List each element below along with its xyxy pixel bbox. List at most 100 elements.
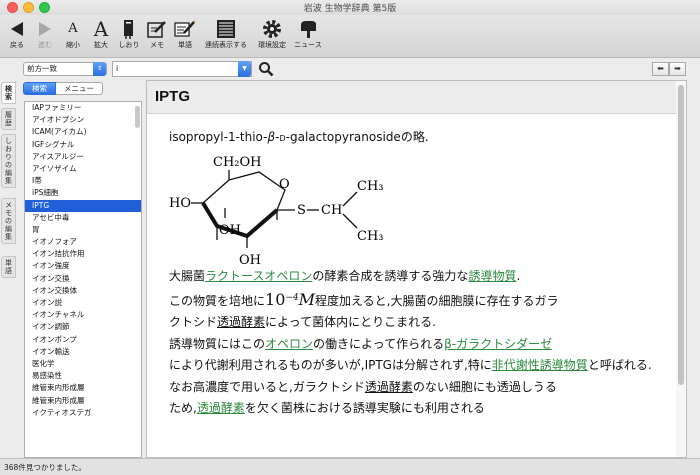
result-list-item[interactable]: iPS細胞 — [25, 187, 141, 199]
mailbox-icon — [301, 20, 316, 38]
link-beta-galactosidase[interactable]: β-ガラクトシダーゼ — [444, 337, 552, 351]
side-tabs: 検索 履歴 しおりの編集 メモの編集 単語 — [0, 58, 17, 458]
window-title: 岩波 生物学辞典 第5版 — [303, 4, 397, 14]
paragraph-4: なお高濃度で用いると,ガラクトシド透過酵素のない細胞にも透過しうる ため,透過酵素… — [169, 377, 684, 420]
label-sulfur: S — [297, 203, 306, 218]
entry-content: IPTG isopropyl-1-thio-β-D-galactopyranos… — [146, 80, 687, 458]
result-list-item[interactable]: イオン輸送 — [25, 346, 141, 358]
result-list-item[interactable]: イオン説 — [25, 297, 141, 309]
result-list-item[interactable]: アセビ中毒 — [25, 212, 141, 224]
search-icon[interactable] — [258, 61, 274, 77]
link-operon[interactable]: オペロン — [265, 337, 313, 351]
p2-unit: M — [298, 289, 316, 309]
intro-beta: β — [267, 130, 276, 144]
tab-bookmark-edit[interactable]: しおりの編集 — [1, 134, 16, 188]
result-list-item[interactable]: アイソザイム — [25, 163, 141, 175]
tab-history[interactable]: 履歴 — [1, 108, 16, 130]
seg-menu[interactable]: メニュー — [56, 82, 103, 95]
tab-memo-edit[interactable]: メモの編集 — [1, 198, 16, 244]
result-list-item[interactable]: IGFシグナル — [25, 139, 141, 151]
prev-entry-button[interactable]: ⬅ — [652, 62, 669, 76]
result-list-item[interactable]: イオン交換体 — [25, 285, 141, 297]
p2-permease: 透過酵素 — [217, 315, 266, 329]
result-list-item[interactable]: イオン拮抗作用 — [25, 248, 141, 260]
result-list-item[interactable]: 易感染性 — [25, 370, 141, 382]
gear-icon — [263, 19, 281, 38]
settings-label: 環境設定 — [258, 41, 286, 49]
label-ch2oh: CH₂OH — [213, 155, 262, 170]
result-list-item[interactable]: イオン交換 — [25, 273, 141, 285]
p4-text-b: のない細胞にも透過しうる — [412, 379, 557, 394]
memo-icon — [147, 20, 166, 38]
pane-mode-switch: 検索 メニュー — [23, 82, 103, 95]
result-list-item[interactable]: 維管束内形成層 — [25, 382, 141, 394]
content-scroll-track[interactable] — [676, 81, 686, 457]
results-scrollbar[interactable] — [135, 106, 140, 128]
search-query-text: i — [116, 64, 119, 73]
result-list-item[interactable]: イオン強度 — [25, 260, 141, 272]
result-list-item[interactable]: 医化学 — [25, 358, 141, 370]
entry-title: IPTG — [147, 81, 686, 114]
p4-text-d: を欠く菌株における誘導実験にも利用される — [244, 401, 485, 415]
result-list-item[interactable]: I帯 — [25, 175, 141, 187]
result-list-item[interactable]: イオンチャネル — [25, 309, 141, 321]
tab-wordbook[interactable]: 単語 — [1, 256, 16, 278]
next-entry-button[interactable]: ➡ — [669, 62, 686, 76]
result-list-item[interactable]: 維管束内形成層 — [25, 395, 141, 407]
chevron-down-icon[interactable]: ▼ — [238, 61, 251, 77]
forward-arrow-icon — [39, 21, 51, 36]
status-bar: 368件見つかりました。 — [0, 458, 700, 475]
paragraph-1: 大腸菌ラクトースオペロンの酵素合成を誘導する強力な誘導物質. — [169, 266, 684, 288]
bond-s — [276, 209, 295, 220]
entry-nav-buttons: ⬅ ➡ — [652, 62, 686, 76]
p4-text-a: なお高濃度で用いると,ガラクトシド — [169, 379, 365, 394]
link-lactose-operon[interactable]: ラクトースオペロン — [205, 269, 312, 283]
result-list-item[interactable]: アイオドプシン — [25, 114, 141, 126]
p4-text-c: ため, — [169, 401, 197, 415]
results-list[interactable]: IAPファミリー アイオドプシン ICAM(アイカム) IGFシグナル アイスアルジーア… — [24, 101, 142, 458]
intro-part-c: -galactopyranosideの略. — [285, 130, 429, 144]
updown-chevron-icon: ⇕ — [93, 62, 106, 76]
continuous-display-label: 連続表示する — [205, 41, 247, 49]
content-scrollbar[interactable] — [678, 85, 684, 385]
link-inducer[interactable]: 誘導物質 — [468, 269, 516, 283]
result-list-item[interactable]: イオンポンプ — [25, 334, 141, 346]
continuous-display-button[interactable]: 連続表示する — [200, 16, 252, 56]
settings-button[interactable]: 環境設定 — [254, 16, 290, 56]
entry-intro: isopropyl-1-thio-β-D-galactopyranosideの略… — [169, 128, 429, 145]
large-a-icon: A — [93, 16, 109, 41]
result-list-item[interactable]: イオノフォア — [25, 236, 141, 248]
result-list-item[interactable]: 胃 — [25, 224, 141, 236]
result-list-item[interactable]: ICAM(アイカム) — [25, 126, 141, 138]
result-list-item[interactable]: IAPファミリー — [25, 102, 141, 114]
bookmark-icon — [124, 19, 133, 39]
tab-search[interactable]: 検索 — [1, 82, 16, 104]
link-gratuitous-inducer[interactable]: 非代謝性誘導物質 — [492, 358, 588, 372]
link-permease[interactable]: 透過酵素 — [197, 401, 245, 415]
result-list-item[interactable]: IPTG — [25, 199, 141, 212]
p2-exponent: −4 — [285, 292, 299, 303]
label-ch3-top: CH₃ — [357, 179, 384, 194]
result-list-item[interactable]: アイスアルジー — [25, 151, 141, 163]
search-input[interactable]: i ▼ — [112, 61, 252, 77]
paragraph-2: この物質を培地に10−4M程度加えると,大腸菌の細胞膜に存在するガラ クトシド透過… — [169, 288, 684, 334]
seg-search[interactable]: 検索 — [23, 82, 56, 95]
title-bar: 岩波 生物学辞典 第5版 — [0, 0, 700, 15]
p2-number: 10 — [265, 289, 286, 309]
paragraph-3: 誘導物質にはこのオペロンの働きによって作られるβ-ガラクトシダーゼ により代謝利用… — [169, 334, 684, 377]
label-ch3-bottom: CH₃ — [357, 229, 384, 244]
news-button[interactable]: ニュース — [290, 16, 326, 56]
toolbar: 戻る 進む A 縮小 A 拡大 しおり メモ 単語 連続表示する 環境設定 ニュ… — [0, 15, 700, 58]
p3-text-c: により代謝利用されるものが多いが,IPTGは分解されず,特に — [169, 358, 492, 372]
entry-body: 大腸菌ラクトースオペロンの酵素合成を誘導する強力な誘導物質. この物質を培地に1… — [169, 266, 684, 420]
p3-text-a: 誘導物質にはこの — [169, 336, 266, 351]
structure-diagram: CH₂OH O HO OH OH S CH CH₃ CH₃ — [169, 155, 384, 268]
wordbook-icon — [174, 19, 196, 37]
result-list-item[interactable]: イクティオステガ — [25, 407, 141, 419]
label-ring-oxygen: O — [279, 177, 290, 192]
wordbook-button[interactable]: 単語 — [169, 16, 201, 56]
match-mode-select[interactable]: 前方一致 ⇕ — [23, 62, 107, 76]
back-arrow-icon — [11, 21, 23, 36]
result-list-item[interactable]: イオン調節 — [25, 321, 141, 333]
result-count: 368件見つかりました。 — [4, 463, 86, 472]
